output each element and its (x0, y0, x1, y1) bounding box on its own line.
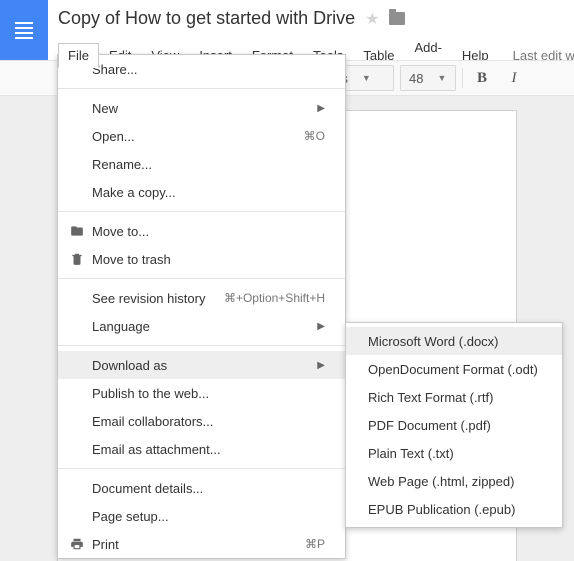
menu-item-download-as[interactable]: Download as ▶ (58, 351, 345, 379)
chevron-right-icon: ▶ (317, 103, 325, 114)
chevron-right-icon: ▶ (317, 360, 325, 371)
folder-move-icon (66, 224, 88, 238)
menu-item-publish[interactable]: Publish to the web... (58, 379, 345, 407)
menu-item-email-collab[interactable]: Email collaborators... (58, 407, 345, 435)
bold-button[interactable]: B (469, 65, 495, 91)
trash-icon (66, 252, 88, 266)
menu-item-print[interactable]: Print ⌘P (58, 530, 345, 558)
app-header: Copy of How to get started with Drive ★ … (0, 0, 574, 60)
font-size-select[interactable]: 48 ▼ (400, 65, 456, 91)
folder-icon[interactable] (389, 12, 405, 25)
italic-button[interactable]: I (501, 65, 527, 91)
submenu-item-txt[interactable]: Plain Text (.txt) (346, 439, 562, 467)
menu-item-move-trash[interactable]: Move to trash (58, 245, 345, 273)
caret-down-icon: ▼ (437, 73, 446, 83)
caret-down-icon: ▼ (362, 73, 371, 83)
submenu-item-docx[interactable]: Microsoft Word (.docx) (346, 327, 562, 355)
menu-item-new[interactable]: New ▶ (58, 94, 345, 122)
file-menu-dropdown: Share... New ▶ Open... ⌘O Rename... Make… (57, 54, 346, 559)
menu-item-rename[interactable]: Rename... (58, 150, 345, 178)
menu-separator (58, 211, 345, 212)
chevron-right-icon: ▶ (317, 321, 325, 332)
menu-separator (58, 345, 345, 346)
submenu-item-pdf[interactable]: PDF Document (.pdf) (346, 411, 562, 439)
menu-item-move-to[interactable]: Move to... (58, 217, 345, 245)
menu-item-doc-details[interactable]: Document details... (58, 474, 345, 502)
menu-item-email-attach[interactable]: Email as attachment... (58, 435, 345, 463)
menu-item-revision[interactable]: See revision history ⌘+Option+Shift+H (58, 284, 345, 312)
star-icon[interactable]: ★ (365, 9, 379, 29)
menu-item-language[interactable]: Language ▶ (58, 312, 345, 340)
document-title[interactable]: Copy of How to get started with Drive (58, 8, 355, 29)
menu-icon (15, 22, 33, 39)
menu-item-share[interactable]: Share... (58, 55, 345, 83)
submenu-item-odt[interactable]: OpenDocument Format (.odt) (346, 355, 562, 383)
font-size: 48 (409, 71, 423, 86)
menu-item-open[interactable]: Open... ⌘O (58, 122, 345, 150)
menu-item-make-copy[interactable]: Make a copy... (58, 178, 345, 206)
menu-item-page-setup[interactable]: Page setup... (58, 502, 345, 530)
toolbar-divider (462, 68, 463, 88)
print-icon (66, 537, 88, 551)
submenu-item-epub[interactable]: EPUB Publication (.epub) (346, 495, 562, 523)
menu-separator (58, 88, 345, 89)
menu-separator (58, 468, 345, 469)
submenu-item-html[interactable]: Web Page (.html, zipped) (346, 467, 562, 495)
menu-file[interactable]: File (58, 43, 99, 68)
download-as-submenu: Microsoft Word (.docx) OpenDocument Form… (345, 322, 563, 528)
docs-logo[interactable] (0, 0, 48, 60)
submenu-item-rtf[interactable]: Rich Text Format (.rtf) (346, 383, 562, 411)
menu-separator (58, 278, 345, 279)
